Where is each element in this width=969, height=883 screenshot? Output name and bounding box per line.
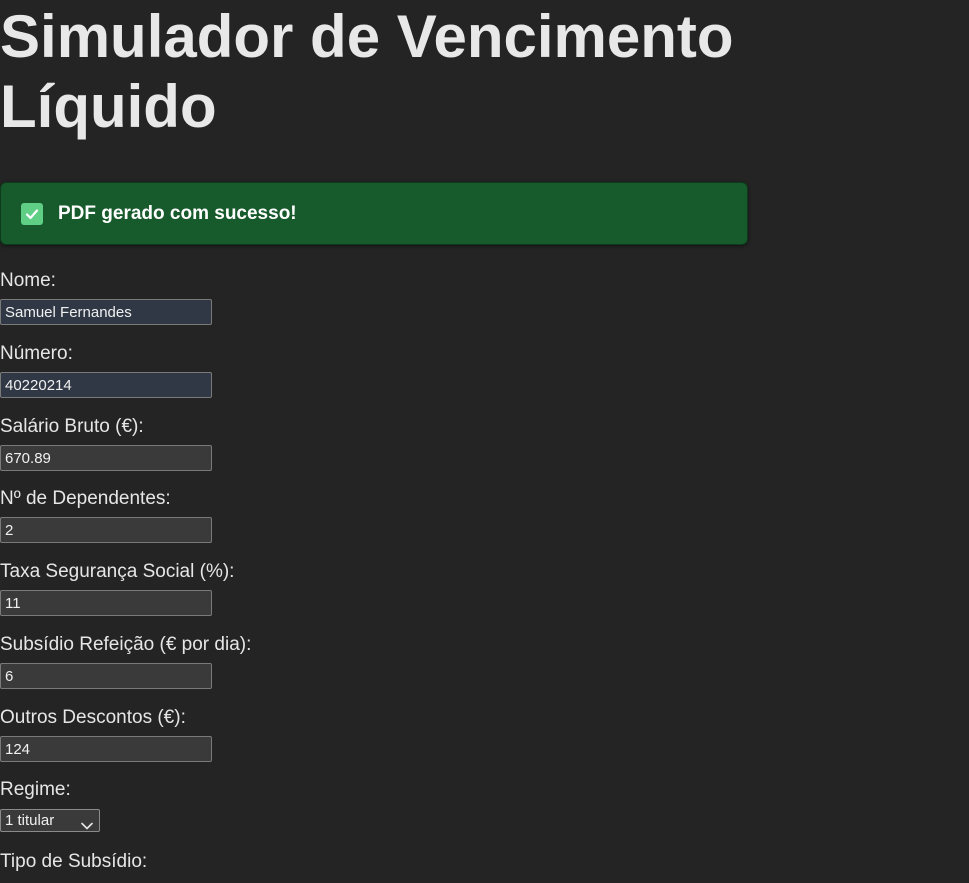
dependentes-label: Nº de Dependentes: (0, 488, 171, 509)
nome-value: Samuel Fernandes (5, 303, 132, 321)
success-message: PDF gerado com sucesso! (58, 202, 297, 224)
outros-descontos-label: Outros Descontos (€): (0, 707, 186, 728)
page-title: Simulador de Vencimento Líquido (0, 3, 734, 140)
regime-label: Regime: (0, 779, 71, 800)
subsidio-refeicao-value: 6 (5, 667, 14, 685)
salario-label: Salário Bruto (€): (0, 416, 144, 437)
outros-descontos-value: 124 (5, 740, 31, 758)
dependentes-input[interactable]: 2 (0, 517, 212, 543)
subsidio-refeicao-label: Subsídio Refeição (€ por dia): (0, 634, 252, 655)
outros-descontos-input[interactable]: 124 (0, 736, 212, 762)
numero-value: 40220214 (5, 376, 72, 394)
numero-label: Número: (0, 343, 73, 364)
subsidio-refeicao-input[interactable]: 6 (0, 663, 212, 689)
regime-select[interactable]: 1 titular (0, 809, 100, 832)
salario-input[interactable]: 670.89 (0, 445, 212, 471)
tipo-subsidio-label: Tipo de Subsídio: (0, 851, 148, 872)
taxa-ss-input[interactable]: 11 (0, 590, 212, 616)
salario-value: 670.89 (5, 449, 51, 467)
numero-input[interactable]: 40220214 (0, 372, 212, 398)
chevron-down-icon (81, 817, 93, 829)
regime-selected-value: 1 titular (5, 812, 55, 829)
success-banner: PDF gerado com sucesso! (0, 182, 748, 245)
taxa-ss-label: Taxa Segurança Social (%): (0, 561, 235, 582)
check-icon (21, 202, 43, 225)
nome-label: Nome: (0, 270, 56, 291)
taxa-ss-value: 11 (5, 594, 21, 612)
nome-input[interactable]: Samuel Fernandes (0, 299, 212, 325)
dependentes-value: 2 (5, 521, 14, 539)
